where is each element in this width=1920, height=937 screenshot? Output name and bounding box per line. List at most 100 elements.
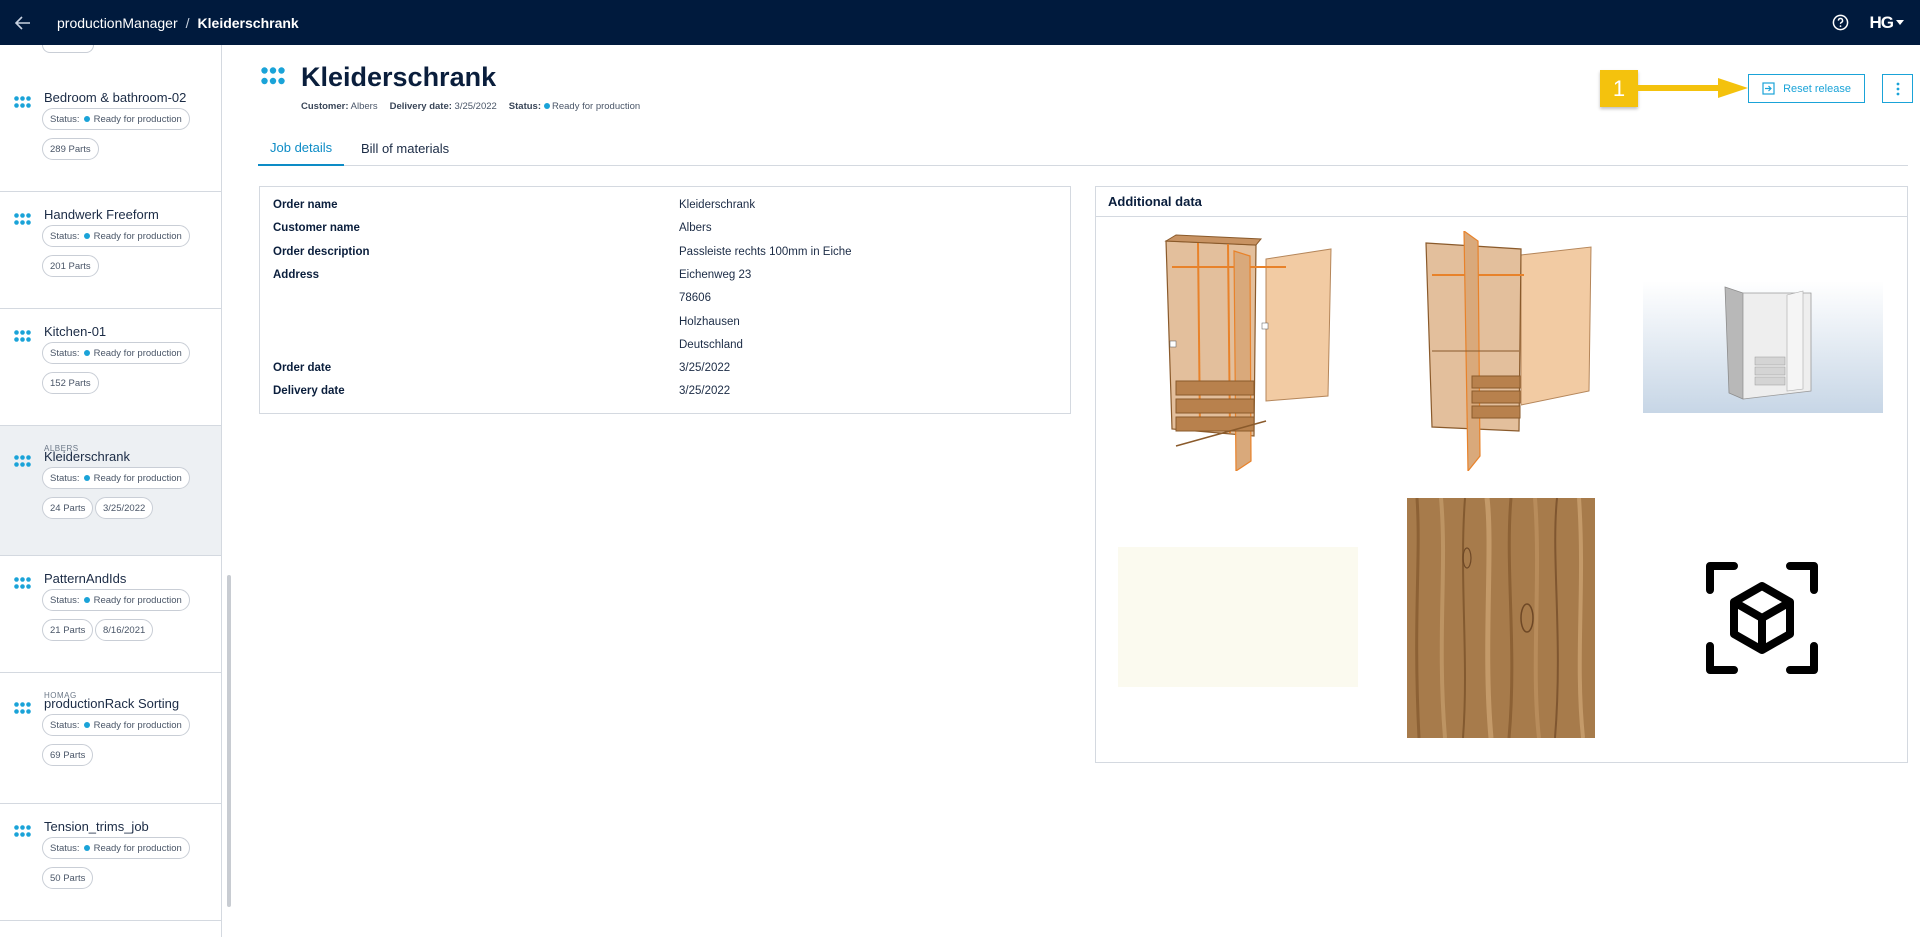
detail-row: Address Eichenweg 23	[260, 269, 1070, 289]
detail-row: Order date 3/25/2022	[260, 362, 1070, 382]
job-grid-icon	[14, 213, 31, 225]
detail-label: Order description	[273, 245, 370, 258]
job-name: productionRack Sorting	[44, 696, 180, 711]
status-dot-icon	[83, 597, 90, 603]
detail-value: Passleiste rechts 100mm in Eiche	[679, 245, 852, 258]
detail-value: Eichenweg 23	[679, 268, 752, 281]
status-dot-icon	[83, 722, 90, 728]
breadcrumb-separator: /	[185, 14, 190, 31]
parts-badge: 152 Parts	[42, 372, 99, 394]
parts-badge: 69 Parts	[42, 744, 94, 766]
annotation-marker: 1	[1600, 70, 1638, 107]
status-dot-icon	[83, 350, 90, 356]
status-dot-icon	[83, 116, 90, 122]
wardrobe-3d-render-thumbnail[interactable]	[1643, 281, 1883, 413]
status-value: Ready for production	[93, 472, 182, 484]
tab-bill-of-materials[interactable]: Bill of materials	[349, 130, 461, 166]
status-dot-icon	[83, 845, 90, 851]
job-list-item[interactable]: Handwerk Freeform Status: Ready for produ…	[0, 192, 221, 309]
status-label: Status:	[50, 347, 80, 359]
job-grid-icon	[14, 825, 31, 837]
job-grid-icon	[14, 96, 31, 108]
sidebar-scrollbar[interactable]	[227, 575, 231, 907]
job-list-item[interactable]: PatternAndIds Status: Ready for productio…	[0, 556, 221, 673]
detail-row: Delivery date 3/25/2022	[260, 385, 1070, 405]
meta-status-value: Ready for production	[552, 101, 641, 112]
status-label: Status:	[50, 594, 80, 606]
status-badge: Status: Ready for production	[42, 467, 190, 489]
job-meta: Customer: Albers Delivery date: 3/25/202…	[301, 101, 640, 112]
job-name: Kitchen-01	[44, 324, 107, 339]
cream-material-swatch[interactable]	[1118, 547, 1358, 687]
detail-row: 78606	[260, 292, 1070, 312]
tab-job-details[interactable]: Job details	[258, 130, 345, 166]
meta-delivery: Delivery date: 3/25/2022	[390, 101, 497, 112]
3d-model-icon[interactable]	[1706, 562, 1818, 674]
job-list-item[interactable]: ALBERS Kleiderschrank Status: Ready for p…	[0, 426, 221, 556]
meta-customer: Customer: Albers	[301, 101, 378, 112]
parts-badge: 289 Parts	[42, 138, 99, 160]
detail-row: Order name Kleiderschrank	[260, 199, 1070, 219]
back-button[interactable]	[0, 0, 45, 45]
chevron-down-icon	[1896, 20, 1904, 25]
status-value: Ready for production	[93, 347, 182, 359]
release-icon	[1762, 82, 1775, 95]
breadcrumb-app[interactable]: productionManager	[57, 15, 178, 31]
status-label: Status:	[50, 113, 80, 125]
job-grid-icon	[261, 67, 285, 85]
job-grid-icon	[14, 702, 31, 714]
detail-value: 3/25/2022	[679, 385, 731, 398]
wardrobe-drawing-thumbnail[interactable]	[1406, 231, 1596, 471]
status-value: Ready for production	[93, 113, 182, 125]
parts-badge: 24 Parts	[42, 497, 94, 519]
meta-status-label: Status:	[508, 101, 541, 112]
job-grid-icon	[14, 455, 31, 467]
parts-badge: 21 Parts	[42, 619, 94, 641]
detail-value: 3/25/2022	[679, 362, 731, 375]
arrow-left-icon	[14, 15, 30, 30]
job-name: Kleiderschrank	[44, 449, 130, 464]
status-value: Ready for production	[93, 594, 182, 606]
status-badge: Status: Ready for production	[42, 225, 190, 247]
detail-row: Customer name Albers	[260, 222, 1070, 242]
date-badge: 8/16/2021	[95, 619, 154, 641]
job-name: PatternAndIds	[44, 571, 127, 586]
status-value: Ready for production	[93, 230, 182, 242]
detail-value: Deutschland	[679, 338, 743, 351]
job-details-card: Order name Kleiderschrank Customer name Alb…	[259, 186, 1071, 414]
more-options-button[interactable]	[1882, 74, 1913, 103]
detail-row: Order description Passleiste rechts 100mm…	[260, 246, 1070, 266]
status-badge: Status: Ready for production	[42, 837, 190, 859]
user-menu[interactable]: HG	[1869, 12, 1904, 33]
detail-value: Kleiderschrank	[679, 199, 756, 211]
reset-release-button[interactable]: Reset release	[1748, 74, 1865, 103]
job-list-item[interactable]: Tension_trims_job Status: Ready for produ…	[0, 804, 221, 921]
tab-bar: Job details Bill of materials	[258, 130, 1908, 166]
logo: HG	[1869, 12, 1894, 32]
detail-value: 78606	[679, 292, 711, 305]
job-name: Bedroom & bathroom-02	[44, 90, 187, 105]
detail-label: Address	[273, 268, 320, 281]
job-name: Handwerk Freeform	[44, 207, 159, 222]
job-list-sidebar: Bedroom & bathroom-02 Status: Ready for p…	[0, 45, 222, 937]
status-dot-icon	[83, 233, 90, 239]
exploded-wardrobe-thumbnail[interactable]	[1136, 231, 1336, 471]
meta-delivery-value: 3/25/2022	[454, 101, 497, 112]
detail-label: Order name	[273, 199, 338, 211]
more-vertical-icon	[1896, 82, 1899, 95]
help-circle-icon[interactable]	[1830, 12, 1852, 34]
oak-wood-texture-swatch[interactable]	[1407, 498, 1595, 738]
detail-row: Holzhausen	[260, 316, 1070, 336]
detail-row: Deutschland	[260, 339, 1070, 359]
page-title: Kleiderschrank	[301, 62, 497, 92]
status-badge: Status: Ready for production	[42, 108, 190, 130]
job-list-item[interactable]: Bedroom & bathroom-02 Status: Ready for p…	[0, 75, 221, 192]
job-list-item[interactable]: HOMAG productionRack Sorting Status: Read…	[0, 673, 221, 804]
job-list-item[interactable]: Kitchen-01 Status: Ready for production 1…	[0, 309, 221, 426]
detail-value: Holzhausen	[679, 315, 740, 328]
detail-value: Albers	[679, 222, 712, 235]
status-label: Status:	[50, 719, 80, 731]
additional-data-card: Additional data	[1095, 186, 1908, 763]
meta-customer-label: Customer:	[301, 101, 349, 112]
parts-badge: 201 Parts	[42, 255, 99, 277]
